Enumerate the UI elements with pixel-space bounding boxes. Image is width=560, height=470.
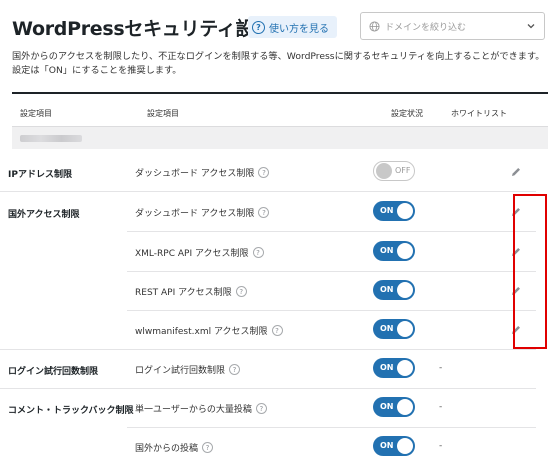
domain-filter-placeholder: ドメインを絞り込む [385,22,467,33]
toggle-label: ON [380,285,394,294]
toggle-label: ON [380,402,394,411]
toggle-knob [397,360,413,376]
page-title: WordPressセキュリティ設定 [12,18,273,40]
row-category: IPアドレス制限 [8,170,72,180]
header-item: 設定項目 [147,109,179,118]
status-toggle[interactable]: ON [373,397,415,417]
header-category: 設定項目 [20,109,52,118]
help-icon[interactable]: ? [202,442,214,453]
help-button-label: 使い方を見る [269,23,329,35]
toggle-knob [376,163,392,179]
domain-filter-select[interactable]: ドメインを絞り込む [360,12,545,40]
table-row: 国外からの投稿 ? ON - [0,428,536,467]
row-category: コメント・トラックバック制限 [8,406,134,416]
header-whitelist: ホワイトリスト [451,109,507,118]
row-item: ダッシュボード アクセス制限 ? [135,166,270,179]
row-divider [127,231,536,232]
help-icon[interactable]: ? [252,247,264,258]
row-item-label: 国外からの投稿 [135,444,199,454]
row-item-label: REST API アクセス制限 [135,288,232,298]
whitelist-empty: - [439,441,443,451]
row-item-label: ダッシュボード アクセス制限 [135,169,255,179]
toggle-knob [397,321,413,337]
help-icon[interactable]: ? [258,167,270,178]
row-item: ダッシュボード アクセス制限 ? [135,206,270,219]
row-item: wlwmanifest.xml アクセス制限 ? [135,324,283,337]
toggle-knob [397,282,413,298]
whitelist-empty: - [439,402,443,412]
status-toggle[interactable]: OFF [373,161,415,181]
status-toggle[interactable]: ON [373,319,415,339]
table-row: ログイン試行回数制限 ログイン試行回数制限 ? ON - [0,350,536,389]
toggle-label: ON [380,324,394,333]
row-item: REST API アクセス制限 ? [135,285,247,298]
table-row: XML-RPC API アクセス制限 ? ON [0,233,536,272]
help-icon[interactable]: ? [229,364,241,375]
status-toggle[interactable]: ON [373,436,415,456]
status-toggle[interactable]: ON [373,280,415,300]
toggle-label: ON [380,206,394,215]
header-status: 設定状況 [391,109,423,118]
description-line-2: 設定は「ON」にすることを推奨します。 [12,65,182,76]
row-item-label: wlwmanifest.xml アクセス制限 [135,327,268,337]
toggle-knob [397,438,413,454]
row-item-label: XML-RPC API アクセス制限 [135,249,249,259]
status-toggle[interactable]: ON [373,241,415,261]
help-icon[interactable]: ? [271,325,283,336]
security-settings-table: 設定項目 設定項目 設定状況 ホワイトリスト [12,92,548,149]
toggle-knob [397,243,413,259]
table-header: 設定項目 設定項目 設定状況 ホワイトリスト [12,94,548,127]
globe-icon [369,20,380,32]
row-item: 単一ユーザーからの大量投稿 ? [135,402,267,415]
toggle-label: OFF [395,166,411,175]
help-icon[interactable]: ? [235,286,247,297]
row-item: 国外からの投稿 ? [135,441,214,454]
toggle-label: ON [380,441,394,450]
description-line-1: 国外からのアクセスを制限したり、不正なログインを制限する等、WordPressに… [12,51,545,62]
question-circle-icon: ? [252,20,265,34]
toggle-label: ON [380,363,394,372]
status-toggle[interactable]: ON [373,201,415,221]
row-item: ログイン試行回数制限 ? [135,363,241,376]
table-row: REST API アクセス制限 ? ON [0,272,536,311]
table-row: wlwmanifest.xml アクセス制限 ? ON [0,311,536,350]
toggle-knob [397,203,413,219]
row-item-label: 単一ユーザーからの大量投稿 [135,405,252,415]
table-row: IPアドレス制限 ダッシュボード アクセス制限 ? OFF [0,153,536,192]
whitelist-highlight-box [513,194,547,349]
row-item-label: ログイン試行回数制限 [135,366,226,376]
whitelist-empty: - [439,363,443,373]
row-category: ログイン試行回数制限 [8,367,99,377]
page-description: 国外からのアクセスを制限したり、不正なログインを制限する等、WordPressに… [12,50,552,78]
edit-pencil-icon[interactable] [510,166,522,178]
help-icon[interactable]: ? [255,403,267,414]
table-row: 国外アクセス制限 ダッシュボード アクセス制限 ? ON [0,193,536,232]
blurred-domain-name [20,135,82,142]
domain-group-band [12,127,548,149]
row-item-label: ダッシュボード アクセス制限 [135,209,255,219]
row-item: XML-RPC API アクセス制限 ? [135,246,264,259]
status-toggle[interactable]: ON [373,358,415,378]
help-icon[interactable]: ? [258,207,270,218]
help-button[interactable]: ? 使い方を見る [248,16,337,38]
toggle-label: ON [380,246,394,255]
table-row: コメント・トラックバック制限 単一ユーザーからの大量投稿 ? ON - [0,389,536,428]
chevron-down-icon [527,24,535,29]
row-category: 国外アクセス制限 [8,210,80,220]
toggle-knob [397,399,413,415]
row-divider [0,191,536,192]
